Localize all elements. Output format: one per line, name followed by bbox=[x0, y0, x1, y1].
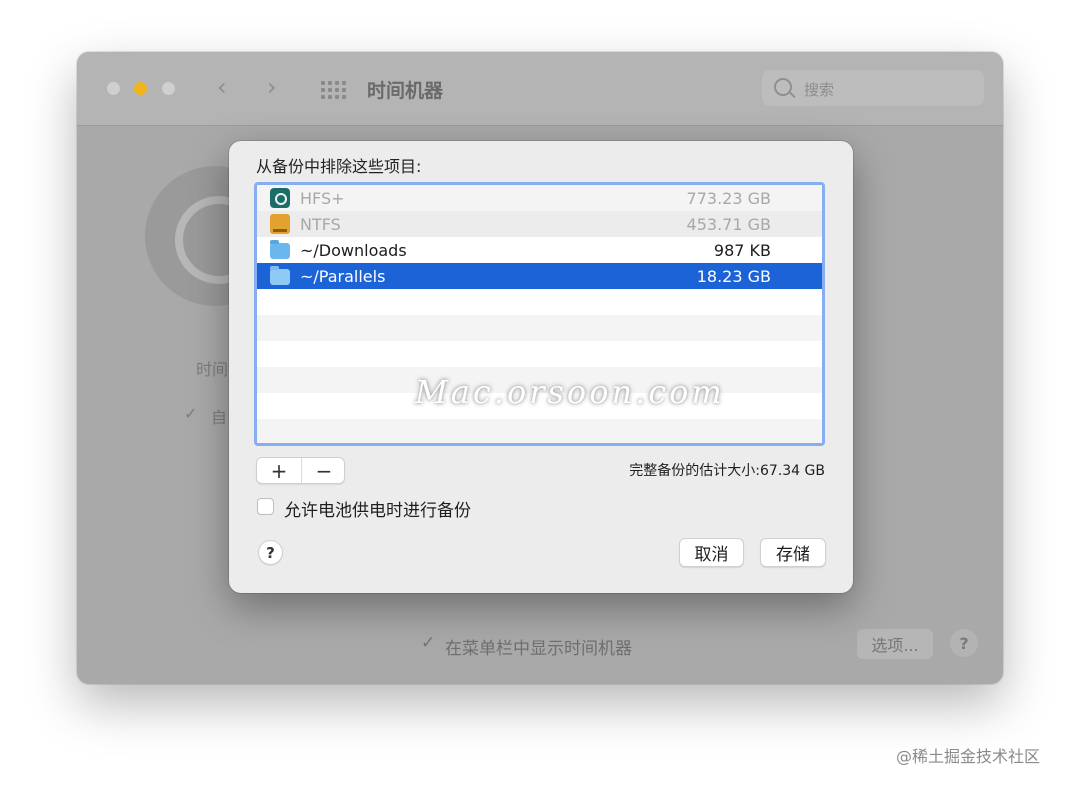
item-name: NTFS bbox=[300, 215, 341, 234]
auto-backup-checkbox-label[interactable]: 自 bbox=[211, 404, 227, 428]
item-name: ~/Parallels bbox=[300, 267, 386, 286]
search-field[interactable]: 搜索 bbox=[762, 70, 984, 106]
save-button[interactable]: 存储 bbox=[760, 538, 826, 567]
corner-watermark: @稀土掘金技术社区 bbox=[896, 747, 1041, 766]
empty-row bbox=[257, 289, 822, 315]
exclude-items-sheet: 从备份中排除这些项目: HFS+ 773.23 GB NTFS 453.71 G… bbox=[229, 141, 853, 593]
help-button[interactable]: ? bbox=[258, 540, 283, 565]
window-title: 时间机器 bbox=[367, 80, 444, 102]
time-machine-label: 时间 bbox=[196, 360, 229, 379]
external-drive-icon bbox=[270, 214, 290, 234]
options-button[interactable]: 选项... bbox=[857, 629, 933, 659]
help-button[interactable]: ? bbox=[950, 629, 978, 657]
item-size: 987 KB bbox=[713, 241, 771, 260]
backup-size-estimate: 完整备份的估计大小:67.34 GB bbox=[629, 463, 825, 479]
show-all-grid-icon[interactable] bbox=[321, 81, 347, 99]
add-remove-control: + − bbox=[256, 457, 345, 484]
battery-backup-checkbox[interactable] bbox=[257, 498, 274, 515]
list-item-selected[interactable]: ~/Parallels 18.23 GB bbox=[257, 263, 822, 289]
search-icon bbox=[774, 78, 792, 96]
forward-chevron-icon[interactable]: › bbox=[267, 74, 277, 100]
empty-row bbox=[257, 315, 822, 341]
downloads-folder-icon bbox=[270, 240, 290, 259]
window-toolbar: ‹ › 时间机器 搜索 bbox=[77, 52, 1003, 126]
time-machine-disk-icon bbox=[270, 188, 290, 208]
item-size: 453.71 GB bbox=[686, 215, 771, 234]
back-chevron-icon[interactable]: ‹ bbox=[217, 74, 227, 100]
watermark: Mac.orsoon.com bbox=[415, 373, 725, 411]
sheet-heading: 从备份中排除这些项目: bbox=[256, 157, 422, 176]
list-item[interactable]: HFS+ 773.23 GB bbox=[257, 185, 822, 211]
list-item[interactable]: ~/Downloads 987 KB bbox=[257, 237, 822, 263]
search-placeholder: 搜索 bbox=[804, 81, 835, 99]
cancel-button[interactable]: 取消 bbox=[679, 538, 744, 567]
checkmark-icon[interactable]: ✓ bbox=[421, 633, 435, 653]
close-window-button[interactable] bbox=[107, 82, 120, 95]
checkmark-icon: ✓ bbox=[184, 404, 198, 423]
zoom-window-button[interactable] bbox=[162, 82, 175, 95]
empty-row bbox=[257, 419, 822, 443]
folder-icon bbox=[270, 266, 290, 285]
item-size: 18.23 GB bbox=[696, 267, 771, 286]
add-item-button[interactable]: + bbox=[257, 458, 301, 483]
item-size: 773.23 GB bbox=[686, 189, 771, 208]
remove-item-button[interactable]: − bbox=[301, 458, 346, 483]
excluded-items-list[interactable]: HFS+ 773.23 GB NTFS 453.71 GB ~/Download… bbox=[254, 182, 825, 446]
minimize-window-button[interactable] bbox=[134, 82, 147, 95]
show-in-menubar-label[interactable]: 在菜单栏中显示时间机器 bbox=[445, 634, 632, 659]
empty-row bbox=[257, 341, 822, 367]
item-name: HFS+ bbox=[300, 189, 345, 208]
battery-backup-label[interactable]: 允许电池供电时进行备份 bbox=[284, 496, 471, 521]
list-item[interactable]: NTFS 453.71 GB bbox=[257, 211, 822, 237]
item-name: ~/Downloads bbox=[300, 241, 407, 260]
